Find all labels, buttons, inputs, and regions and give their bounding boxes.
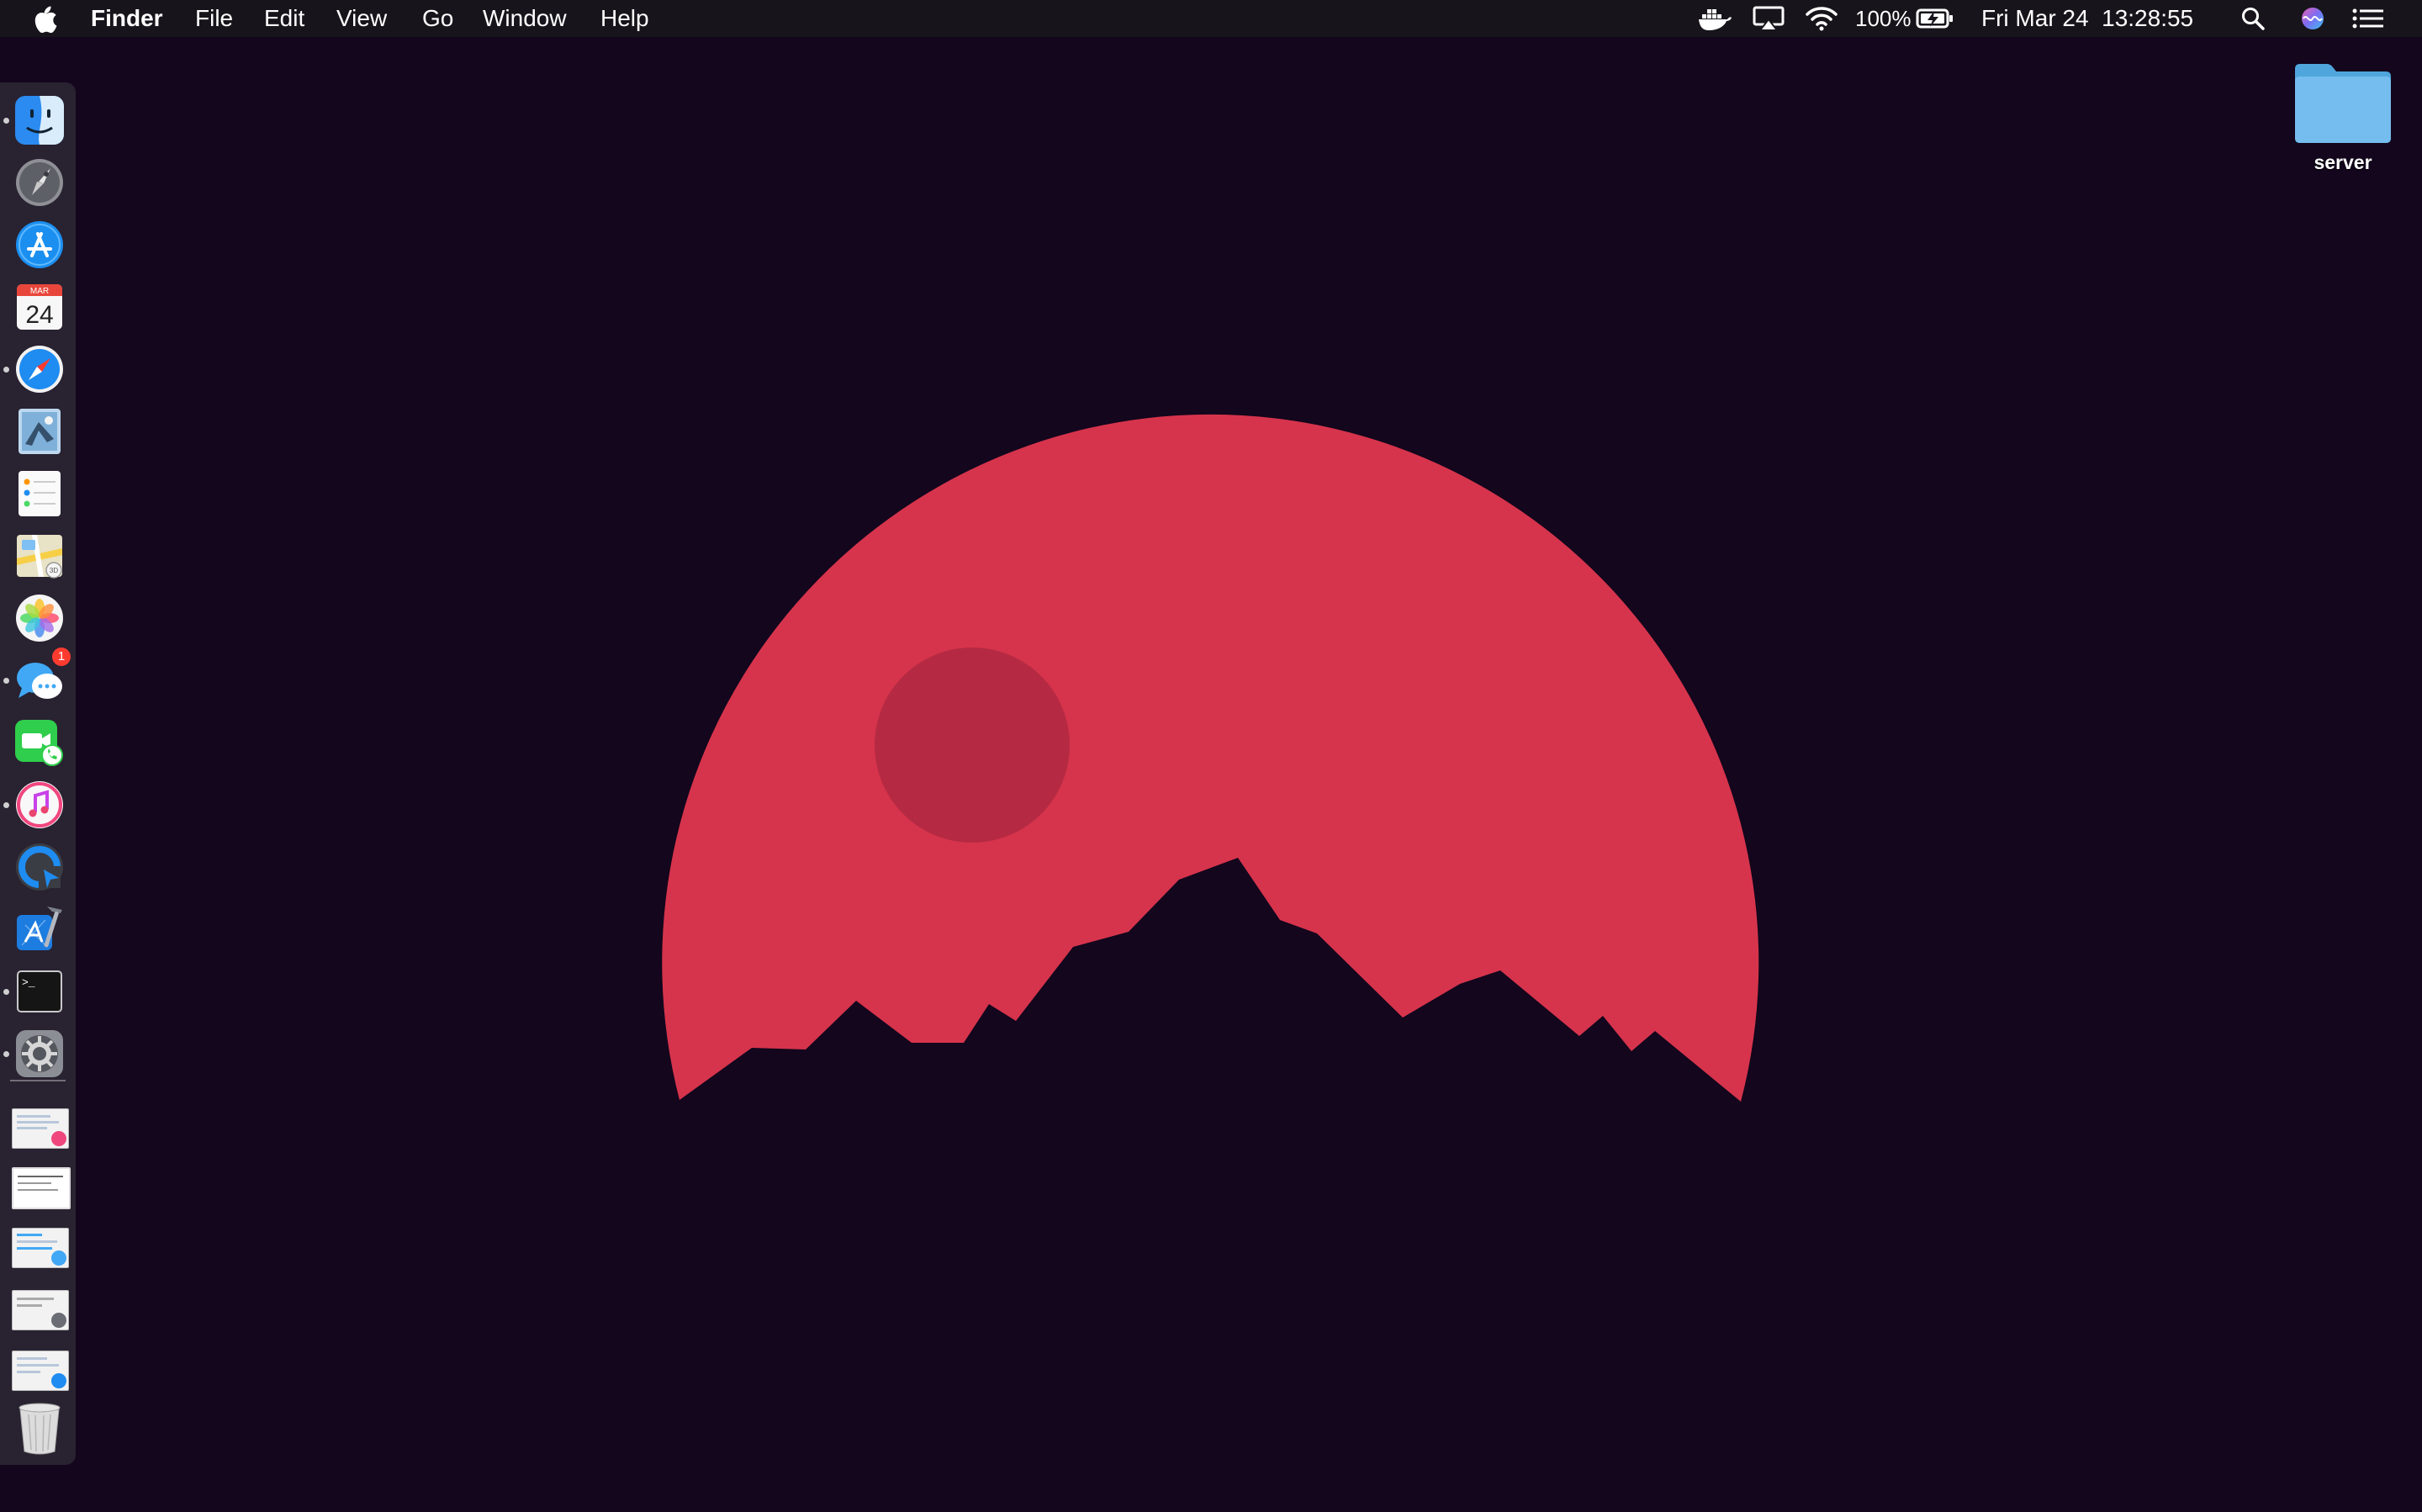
- document-thumbnail-plain[interactable]: [12, 1167, 71, 1209]
- airplay-icon[interactable]: [1753, 0, 1785, 37]
- wallpaper-crater: [875, 648, 1070, 843]
- photos-icon: [16, 595, 63, 642]
- dock-item-system-preferences[interactable]: [3, 1028, 66, 1080]
- folder-icon: [2295, 64, 2391, 143]
- facetime-icon: [15, 720, 63, 766]
- gear-icon: [16, 1030, 63, 1077]
- dock: MAR 24 3D 1 >_: [0, 82, 76, 1465]
- notification-center-icon[interactable]: [2351, 0, 2385, 37]
- menu-view[interactable]: View: [336, 0, 387, 37]
- running-indicator: [3, 989, 9, 995]
- battery-charging-icon[interactable]: [1916, 0, 1954, 37]
- desktop-folder-server[interactable]: server: [2287, 61, 2398, 174]
- running-indicator: [3, 367, 9, 373]
- docker-icon[interactable]: [1697, 0, 1732, 37]
- running-indicator: [3, 802, 9, 808]
- siri-icon[interactable]: [2299, 0, 2326, 37]
- screen-sharing-icon: [16, 843, 63, 891]
- document-thumbnail-messages[interactable]: [12, 1228, 69, 1268]
- itunes-icon: [16, 781, 63, 828]
- document-thumbnail-safari[interactable]: [12, 1351, 69, 1391]
- menu-file[interactable]: File: [195, 0, 233, 37]
- calendar-day: 24: [25, 301, 53, 329]
- battery-percentage[interactable]: 100%: [1855, 0, 1912, 37]
- running-indicator: [3, 118, 9, 124]
- launchpad-icon: [16, 159, 63, 206]
- menu-go[interactable]: Go: [422, 0, 453, 37]
- calendar-month: MAR: [30, 287, 49, 296]
- menu-edit[interactable]: Edit: [264, 0, 304, 37]
- dock-item-xcode[interactable]: [13, 903, 66, 955]
- dock-item-facetime[interactable]: [13, 716, 66, 769]
- dock-item-calendar[interactable]: MAR 24: [13, 281, 66, 333]
- dock-separator: [10, 1080, 66, 1081]
- dock-item-app-store[interactable]: [13, 219, 66, 271]
- dock-item-itunes[interactable]: [3, 779, 66, 831]
- app-store-icon: [16, 221, 63, 268]
- trash-icon: [19, 1403, 61, 1455]
- dock-item-mail[interactable]: [13, 405, 66, 457]
- maps-icon: 3D: [17, 535, 62, 579]
- calendar-icon: MAR 24: [17, 284, 62, 330]
- document-thumbnail-prefs[interactable]: [12, 1290, 69, 1330]
- finder-icon: [15, 96, 64, 145]
- menu-bar: Finder File Edit View Go Window Help 100…: [0, 0, 2422, 37]
- dock-item-maps[interactable]: 3D: [13, 530, 66, 582]
- running-indicator: [3, 1051, 9, 1057]
- dock-item-screen-sharing[interactable]: [13, 841, 66, 893]
- dock-item-messages[interactable]: 1: [3, 648, 71, 706]
- folder-label: server: [2314, 151, 2372, 173]
- safari-icon: [16, 346, 63, 393]
- apple-menu-icon[interactable]: [32, 0, 61, 37]
- desktop: Finder File Edit View Go Window Help 100…: [0, 0, 2422, 1512]
- dock-item-finder[interactable]: [3, 94, 66, 146]
- xcode-icon: [17, 907, 62, 950]
- terminal-icon: >_: [17, 970, 62, 1012]
- running-indicator: [3, 678, 9, 684]
- svg-text:3D: 3D: [50, 567, 58, 574]
- spotlight-icon[interactable]: [2240, 0, 2267, 37]
- menu-window[interactable]: Window: [483, 0, 567, 37]
- active-app-name[interactable]: Finder: [91, 0, 163, 37]
- dock-item-launchpad[interactable]: [13, 156, 66, 209]
- document-thumbnail-itunes[interactable]: [12, 1108, 69, 1149]
- terminal-prompt: >_: [22, 976, 35, 989]
- messages-badge: 1: [52, 648, 71, 666]
- dock-item-safari[interactable]: [3, 343, 66, 395]
- menubar-clock[interactable]: Fri Mar 24 13:28:55: [1981, 0, 2193, 37]
- wifi-icon[interactable]: [1805, 0, 1838, 37]
- reminders-icon: [19, 471, 61, 516]
- wallpaper: [0, 0, 2422, 1512]
- dock-item-terminal[interactable]: >_: [3, 965, 66, 1018]
- menu-help[interactable]: Help: [600, 0, 649, 37]
- dock-item-photos[interactable]: [13, 592, 66, 644]
- dock-item-reminders[interactable]: [13, 468, 66, 520]
- mail-icon: [19, 409, 61, 454]
- dock-item-trash[interactable]: [13, 1399, 66, 1455]
